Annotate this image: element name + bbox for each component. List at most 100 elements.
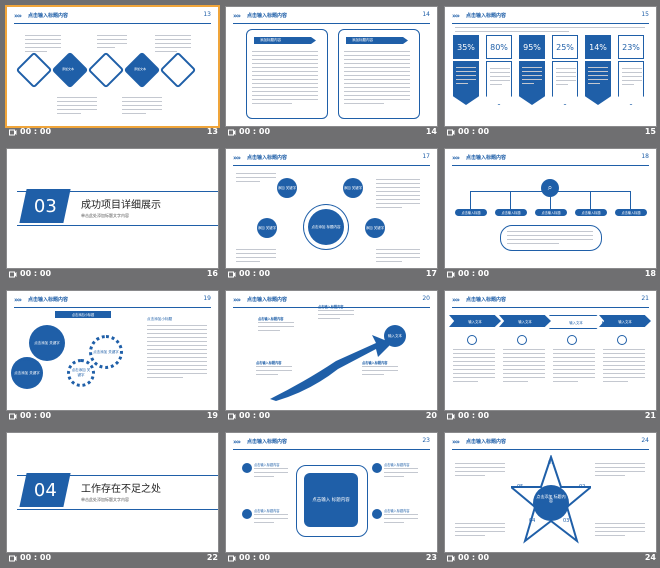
placeholder-text-line (556, 68, 576, 69)
timer-icon (228, 412, 236, 420)
star-point-number: 03 (563, 518, 570, 524)
placeholder-text-line (503, 369, 545, 370)
box-title-tag: 添加标题内容 (346, 37, 408, 44)
placeholder-text-line (490, 84, 502, 85)
placeholder-text-line (553, 369, 595, 370)
percent-card: 95% (519, 35, 545, 105)
section-rule (17, 225, 218, 226)
slide-thumbnail-19[interactable]: »» 点击输入标题内容 19 点击添加小标题 点击添加 关键字 点击添加 关键字 点击添加 … (4, 284, 218, 426)
slide-footer: 00 : 00 24 (445, 552, 656, 566)
percent-card: 14% (585, 35, 611, 105)
slide-preview[interactable]: »» 点击输入标题内容 14 添加标题内容 添加标题内容 (226, 7, 437, 126)
rehearse-timer: 00 : 00 (228, 127, 270, 136)
placeholder-text-line (147, 353, 207, 354)
placeholder-text-line (456, 67, 476, 68)
section-number: 03 (33, 195, 57, 217)
slide-header: »» 点击输入标题内容 15 (452, 11, 649, 24)
slide-thumbnail-17[interactable]: »» 点击输入标题内容 17 点击添加 标题内容 添加 关键字 添加 关键字 添加 关键字添… (223, 142, 437, 284)
placeholder-text-line (254, 514, 288, 515)
slide-header-number: 20 (422, 295, 430, 302)
slide-footer: 00 : 00 17 (226, 268, 437, 282)
slide-preview[interactable]: »» 点击输入标题内容 18 ⌕ 点击输入标题 点击输入标题 点击输入标题 点击输入标题 点击输… (445, 149, 656, 268)
slide-preview[interactable]: 04 工作存在不足之处 单击此处添加标题文字内容 (7, 433, 218, 552)
slide-preview[interactable]: »» 点击输入标题内容 19 点击添加小标题 点击添加 关键字 点击添加 关键字 点击添加 … (7, 291, 218, 410)
slide-header-title: 点击输入标题内容 (28, 13, 69, 19)
slide-thumbnail-15[interactable]: »» 点击输入标题内容 15 35% 80% 95% 25% 14% 23% 00 : 00 15 (442, 0, 656, 142)
placeholder-text-line (252, 59, 318, 60)
summary-box (500, 225, 602, 251)
placeholder-text-line (553, 353, 595, 354)
slide-thumbnail-13[interactable]: »» 点击输入标题内容 13 添加文本 添加文本 添加文本 00 : 00 13 (4, 0, 218, 142)
slide-preview[interactable]: »» 点击输入标题内容 13 添加文本 添加文本 添加文本 (7, 7, 218, 126)
slide-thumbnail-24[interactable]: »» 点击输入标题内容 24 点击添加 标题内容 01 02 03 04 05 00 : 00 24 (442, 426, 656, 568)
placeholder-text-line (344, 99, 410, 100)
placeholder-text-line (553, 361, 595, 362)
gear-icon: 点击添加 关键字 (67, 359, 95, 387)
slide-preview[interactable]: »» 点击输入标题内容 15 35% 80% 95% 25% 14% 23% (445, 7, 656, 126)
timer-label: 00 : 00 (239, 269, 271, 278)
keyword-circle: 添加 关键字 (343, 178, 363, 198)
step-dot (567, 335, 577, 345)
placeholder-text-line (147, 349, 207, 350)
timer-label: 00 : 00 (20, 553, 52, 562)
percent-card: 35% (453, 35, 479, 105)
slide-preview[interactable]: »» 点击输入标题内容 24 点击添加 标题内容 01 02 03 04 05 (445, 433, 656, 552)
placeholder-text-line (147, 365, 207, 366)
timer-label: 00 : 00 (458, 411, 490, 420)
keyword-circle: 添加 关键字 (365, 218, 385, 238)
slide-thumbnail-16[interactable]: 03 成功项目详细展示 单击此处添加标题文字内容 00 : 00 16 (4, 142, 218, 284)
slide-number: 19 (206, 411, 218, 420)
placeholder-text-line (595, 467, 645, 468)
slide-footer: 00 : 00 20 (226, 410, 437, 424)
placeholder-text-line (453, 365, 495, 366)
placeholder-text-line (147, 325, 207, 326)
slide-header-title: 点击输入标题内容 (247, 13, 288, 19)
slide-thumbnail-14[interactable]: »» 点击输入标题内容 14 添加标题内容 添加标题内容 00 : 00 14 (223, 0, 437, 142)
percent-card-body (552, 61, 578, 105)
topic-pill: 点击输入标题 (615, 209, 647, 216)
placeholder-text-line (25, 35, 61, 36)
placeholder-text-line (507, 231, 593, 232)
timer-icon (9, 270, 17, 278)
placeholder-text-line (147, 373, 207, 374)
slide-preview[interactable]: »» 点击输入标题内容 23 点击输入 标题内容 点击输入标题内容 点击输入标题内容 点击输… (226, 433, 437, 552)
placeholder-text-line (503, 349, 545, 350)
placeholder-text-line (344, 83, 410, 84)
placeholder-text-line (25, 43, 61, 44)
item-icon (242, 463, 252, 473)
slide-thumbnail-22[interactable]: 04 工作存在不足之处 单击此处添加标题文字内容 00 : 00 22 (4, 426, 218, 568)
slide-preview[interactable]: »» 点击输入标题内容 17 点击添加 标题内容 添加 关键字 添加 关键字 添加 关键字添… (226, 149, 437, 268)
item-icon (242, 509, 252, 519)
process-chevron: 输入文本 (449, 315, 501, 327)
slide-number: 20 (425, 411, 437, 420)
chevron-icon: »» (452, 296, 460, 304)
slide-preview[interactable]: »» 点击输入标题内容 20 输入文本 点击输入标题内容 点击输入标题内容 点击输入标题内容… (226, 291, 437, 410)
slide-preview[interactable]: »» 点击输入标题内容 21 输入文本 输入文本 输入文本 输入文本 (445, 291, 656, 410)
placeholder-text-line (318, 314, 354, 315)
placeholder-text-line (603, 381, 629, 382)
slide-thumbnail-21[interactable]: »» 点击输入标题内容 21 输入文本 输入文本 输入文本 输入文本 00 : 00 21 (442, 284, 656, 426)
placeholder-text-line (522, 75, 542, 76)
slide-footer: 00 : 00 18 (445, 268, 656, 282)
timer-icon (447, 270, 455, 278)
slide-thumbnail-23[interactable]: »» 点击输入标题内容 23 点击输入 标题内容 点击输入标题内容 点击输入标题内容 点击输… (223, 426, 437, 568)
slide-thumbnail-20[interactable]: »» 点击输入标题内容 20 输入文本 点击输入标题内容 点击输入标题内容 点击输入标题内容… (223, 284, 437, 426)
slide-header: »» 点击输入标题内容 23 (233, 437, 430, 450)
placeholder-text-line (455, 463, 505, 464)
placeholder-text-line (603, 365, 645, 366)
placeholder-text-line (252, 75, 318, 76)
slide-footer: 00 : 00 13 (7, 126, 218, 140)
slide-preview[interactable]: 03 成功项目详细展示 单击此处添加标题文字内容 (7, 149, 218, 268)
slide-header-title: 点击输入标题内容 (247, 439, 288, 445)
box-title-tag: 添加标题内容 (254, 37, 316, 44)
slide-header: »» 点击输入标题内容 21 (452, 295, 649, 308)
timer-label: 00 : 00 (20, 127, 52, 136)
timer-label: 00 : 00 (239, 553, 271, 562)
slide-sorter-grid: »» 点击输入标题内容 13 添加文本 添加文本 添加文本 00 : 00 13 »» 点击输入标… (0, 0, 660, 568)
section-subtitle: 单击此处添加标题文字内容 (81, 497, 129, 502)
timer-icon (447, 554, 455, 562)
placeholder-text-line (455, 535, 485, 536)
keyword-circle: 添加 关键字 (257, 218, 277, 238)
slide-header: »» 点击输入标题内容 19 (14, 295, 211, 308)
slide-thumbnail-18[interactable]: »» 点击输入标题内容 18 ⌕ 点击输入标题 点击输入标题 点击输入标题 点击输入标题 点击输… (442, 142, 656, 284)
